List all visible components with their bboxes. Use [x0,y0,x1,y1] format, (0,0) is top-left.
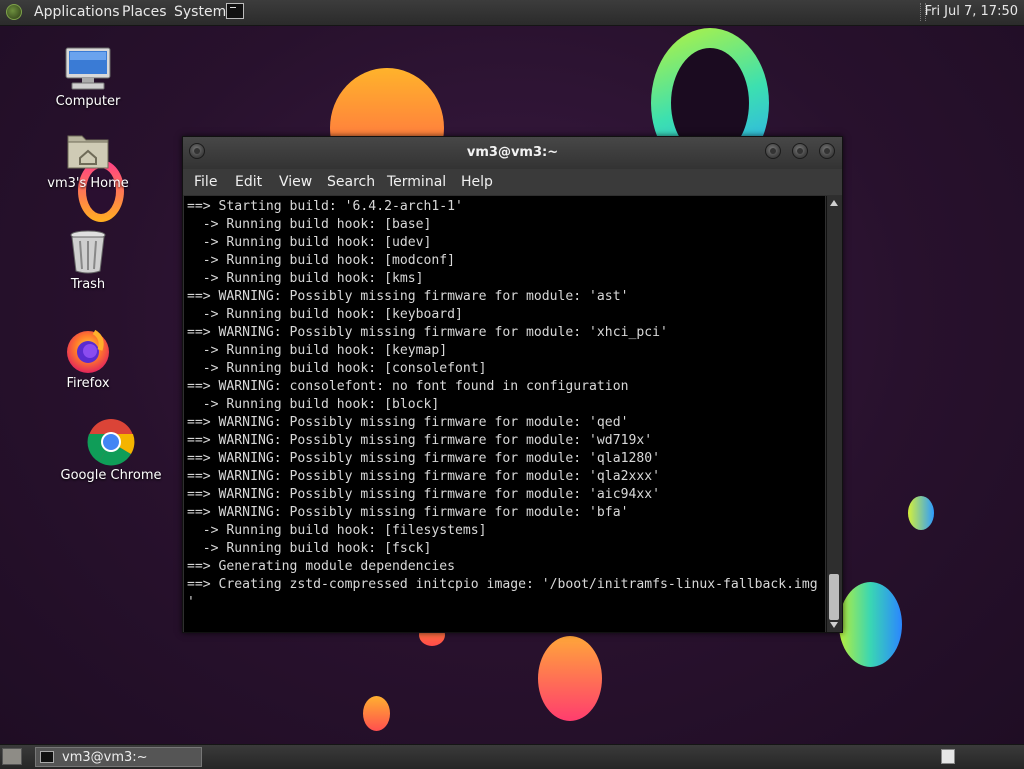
taskbar-button-terminal[interactable]: vm3@vm3:~ [35,747,202,767]
terminal-launcher-icon[interactable] [226,3,244,19]
terminal-line: ==> WARNING: Possibly missing firmware f… [187,289,629,304]
chrome-icon [87,418,135,466]
menu-terminal[interactable]: Terminal [387,174,446,190]
menu-help[interactable]: Help [461,174,493,190]
terminal-output[interactable]: ==> Starting build: '6.4.2-arch1-1' -> R… [184,196,825,632]
terminal-line: ==> WARNING: Possibly missing firmware f… [187,433,653,448]
desktop-icon-label: vm3's Home [47,176,129,191]
terminal-line: ==> WARNING: Possibly missing firmware f… [187,487,660,502]
terminal-window: vm3@vm3:~ File Edit View Search Terminal… [182,136,843,633]
taskbar-label: vm3@vm3:~ [62,750,148,765]
window-title: vm3@vm3:~ [466,145,559,160]
scroll-down-arrow-icon[interactable] [830,622,838,628]
desktop-icon-trash[interactable]: Trash [43,229,133,292]
menu-edit[interactable]: Edit [235,174,262,190]
maximize-button[interactable] [792,143,808,159]
distro-logo-icon[interactable] [6,4,22,20]
scroll-up-arrow-icon[interactable] [830,200,838,206]
terminal-line: ==> WARNING: Possibly missing firmware f… [187,415,629,430]
terminal-line: ==> WARNING: Possibly missing firmware f… [187,505,629,520]
applications-menu[interactable]: Applications [34,4,120,20]
terminal-line: -> Running build hook: [consolefont] [187,361,487,376]
desktop-icon-label: Google Chrome [60,468,162,483]
system-menu[interactable]: System [174,4,226,20]
home-folder-icon [64,128,112,174]
desktop-icon-label: Trash [70,277,106,292]
terminal-line: ==> Creating zstd-compressed initcpio im… [187,577,818,592]
terminal-line: ==> WARNING: consolefont: no font found … [187,379,629,394]
places-menu[interactable]: Places [122,4,167,20]
terminal-line: -> Running build hook: [block] [187,397,440,412]
terminal-line: ==> WARNING: Possibly missing firmware f… [187,469,660,484]
desktop-icon-computer[interactable]: Computer [43,46,133,109]
clock[interactable]: Fri Jul 7, 17:50 [925,4,1018,19]
terminal-line: -> Running build hook: [base] [187,217,432,232]
menu-file[interactable]: File [194,174,217,190]
terminal-menubar: File Edit View Search Terminal Help [183,169,842,195]
terminal-line: -> Running build hook: [fsck] [187,541,432,556]
desktop-icon-chrome[interactable]: Google Chrome [61,418,161,483]
terminal-line: ==> Starting build: '6.4.2-arch1-1' [187,199,463,214]
desktop-icon-label: Computer [55,94,121,109]
terminal-line: -> Running build hook: [filesystems] [187,523,487,538]
desktop-icon-firefox[interactable]: Firefox [43,326,133,391]
terminal-line: -> Running build hook: [udev] [187,235,432,250]
firefox-icon [64,326,112,374]
terminal-line: ==> WARNING: Possibly missing firmware f… [187,451,660,466]
terminal-scrollbar[interactable] [826,196,842,632]
terminal-line: -> Running build hook: [keymap] [187,343,448,358]
terminal-line: ==> WARNING: Possibly missing firmware f… [187,325,668,340]
scrollbar-thumb[interactable] [829,574,839,620]
terminal-icon [40,751,54,763]
close-button[interactable] [819,143,835,159]
show-desktop-icon[interactable] [2,748,22,765]
terminal-line: ==> Generating module dependencies [187,559,456,574]
terminal-line: -> Running build hook: [keyboard] [187,307,463,322]
bottom-panel: vm3@vm3:~ [0,744,1024,769]
terminal-line: -> Running build hook: [modconf] [187,253,456,268]
workspace-switcher[interactable] [941,749,955,764]
terminal-line: -> Running build hook: [kms] [187,271,424,286]
desktop-icon-home[interactable]: vm3's Home [43,128,133,191]
window-titlebar[interactable]: vm3@vm3:~ [183,137,842,169]
trash-icon [68,229,108,275]
desktop-icon-label: Firefox [66,376,110,391]
terminal-line: ' [187,595,195,610]
menu-search[interactable]: Search [327,174,375,190]
computer-icon [64,46,112,92]
minimize-button[interactable] [765,143,781,159]
menu-view[interactable]: View [279,174,312,190]
top-panel: Applications Places System Fri Jul 7, 17… [0,0,1024,26]
